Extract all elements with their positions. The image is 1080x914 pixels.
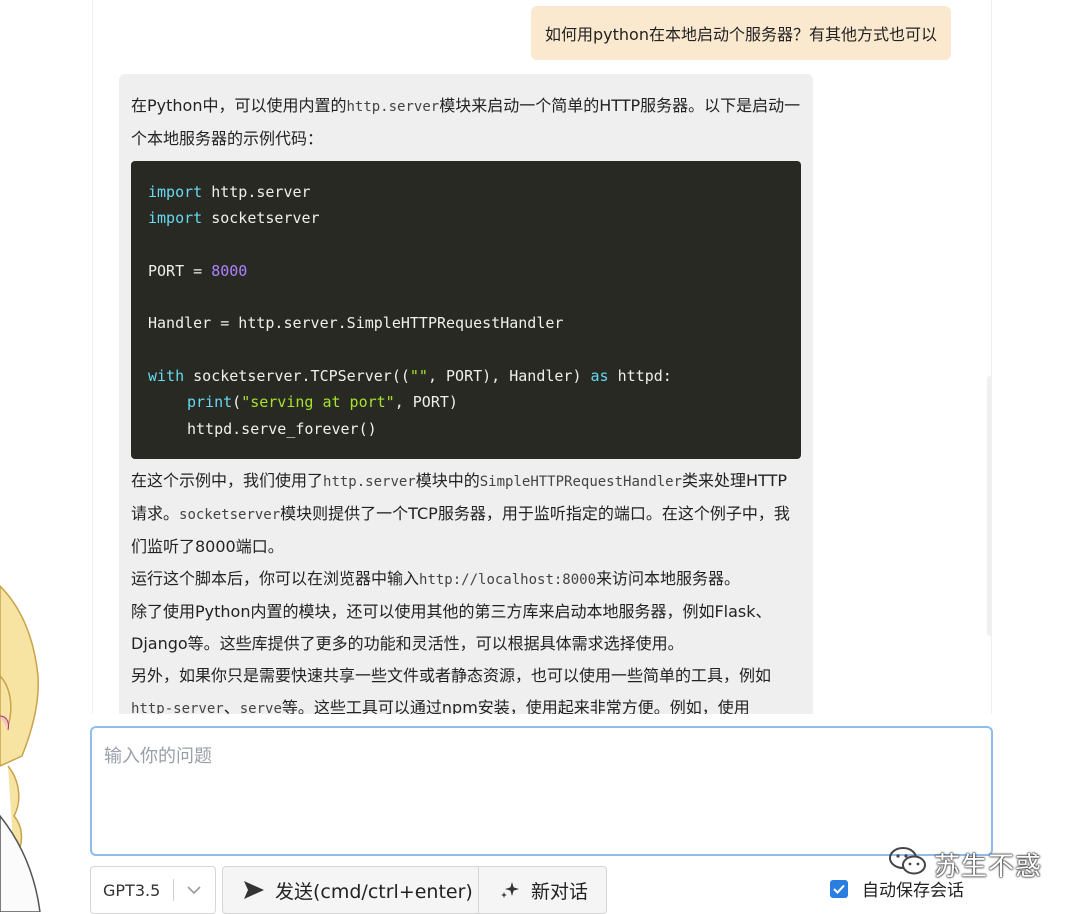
check-icon	[833, 884, 845, 894]
send-button[interactable]: 发送(cmd/ctrl+enter)	[222, 866, 479, 914]
autosave-label: 自动保存会话	[862, 881, 964, 901]
model-select[interactable]: GPT3.5	[90, 866, 216, 914]
new-chat-label: 新对话	[531, 880, 589, 903]
assistant-paragraph: 运行这个脚本后，你可以在浏览器中输入http://localhost:8000来…	[131, 569, 741, 588]
send-button-label: 发送(cmd/ctrl+enter)	[275, 880, 473, 903]
autosave-checkbox[interactable]	[830, 879, 848, 898]
code-line: httpd.serve_forever()	[187, 419, 377, 438]
code-line: PORT = 8000	[148, 261, 248, 280]
assistant-intro: 在Python中，可以使用内置的http.server模块来启动一个简单的HTT…	[131, 96, 801, 148]
chat-panel: 如何用python在本地启动个服务器？有其他方式也可以 在Python中，可以使…	[92, 0, 992, 714]
assistant-paragraph: 另外，如果你只是需要快速共享一些文件或者静态资源，也可以使用一些简单的工具，例如…	[131, 666, 772, 714]
assistant-paragraph: 在这个示例中，我们使用了http.server模块中的SimpleHTTPReq…	[131, 471, 790, 556]
sparkle-icon	[497, 878, 523, 902]
question-input-box[interactable]	[90, 726, 993, 856]
model-select-value: GPT3.5	[103, 880, 161, 900]
character-illustration	[0, 584, 41, 912]
code-line: Handler = http.server.SimpleHTTPRequestH…	[148, 314, 564, 333]
chevron-down-icon[interactable]	[174, 885, 214, 895]
code-line: print("serving at port", PORT)	[187, 393, 458, 412]
scrollbar[interactable]	[987, 376, 992, 636]
send-icon	[241, 878, 267, 902]
code-line: with socketserver.TCPServer(("", PORT), …	[148, 367, 672, 386]
user-message: 如何用python在本地启动个服务器？有其他方式也可以	[531, 6, 951, 60]
assistant-paragraph: 除了使用Python内置的模块，还可以使用其他的第三方库来启动本地服务器，例如F…	[131, 602, 772, 653]
autosave-toggle[interactable]: 自动保存会话	[830, 876, 964, 901]
code-line: import socketserver	[148, 209, 320, 228]
code-block[interactable]: import http.server import socketserver P…	[131, 161, 801, 459]
code-line: import http.server	[148, 183, 311, 201]
question-input[interactable]	[92, 728, 991, 854]
new-chat-button[interactable]: 新对话	[478, 866, 607, 914]
assistant-message: 在Python中，可以使用内置的http.server模块来启动一个简单的HTT…	[119, 74, 813, 714]
